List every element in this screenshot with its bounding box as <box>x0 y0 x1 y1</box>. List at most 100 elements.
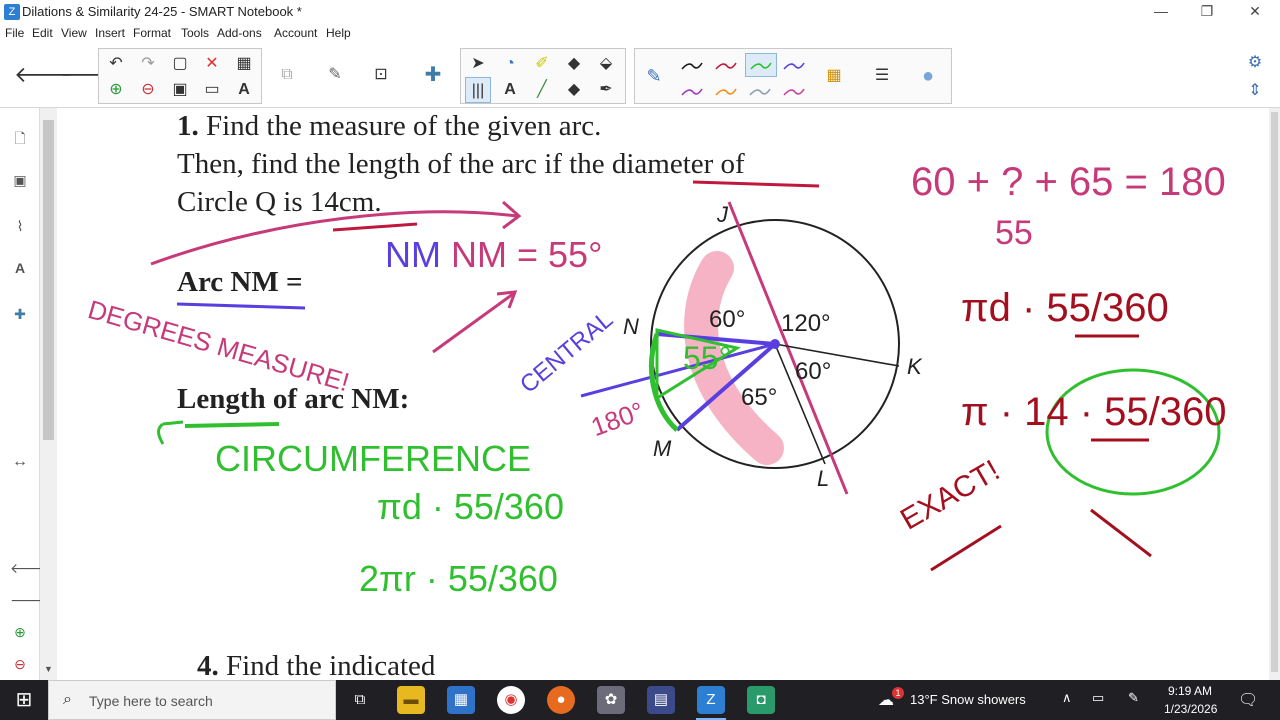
page-scroll-thumb[interactable] <box>1271 112 1278 672</box>
screen-shade-icon[interactable]: ▭ <box>199 77 225 103</box>
select-pointer-icon[interactable]: ➤ <box>465 51 491 77</box>
undo-icon[interactable]: ↶ <box>103 51 129 77</box>
main-toolbar: 🡐 🡒 ↶ ↷ ▢ ✕ ▦ ⊕ ⊖ ▣ ▭ A ⧉ ✎ ⊡ ✚ ➤ ◔ ✐ ◆ … <box>0 44 1280 108</box>
next-page-icon[interactable]: 🡒 <box>10 590 48 610</box>
menu-account[interactable]: Account <box>274 26 317 40</box>
battery-icon[interactable]: ▭ <box>1092 690 1104 706</box>
menu-file[interactable]: File <box>5 26 24 40</box>
calculator-icon[interactable]: ▦ <box>447 686 475 714</box>
weather-badge: 1 <box>892 687 904 699</box>
color-palette-icon[interactable]: ▦ <box>821 63 847 89</box>
minimize-button[interactable]: — <box>1138 0 1184 24</box>
weather-text[interactable]: 13°F Snow showers <box>910 692 1026 707</box>
settings-gear-icon[interactable]: ⚙ <box>1242 50 1268 76</box>
pen-orange-swatch[interactable] <box>715 85 737 99</box>
menu-help[interactable]: Help <box>326 26 351 40</box>
fill-effects-icon[interactable]: ● <box>915 63 941 89</box>
page-scrollbar[interactable] <box>1269 108 1280 680</box>
task-view-icon[interactable]: ⧉ <box>346 686 374 714</box>
smart-tools-icon[interactable]: ▤ <box>647 686 675 714</box>
taskbar-search-box[interactable]: ⌕ Type here to search <box>48 680 336 720</box>
ink-circumference: CIRCUMFERENCE <box>215 438 532 479</box>
smart-notebook-taskbar-icon[interactable]: Z <box>697 686 725 714</box>
page-sorter-icon[interactable]: 🗋 <box>10 128 30 148</box>
previous-page-icon[interactable]: 🡐 <box>10 558 48 578</box>
text-format-icon[interactable]: A <box>231 77 257 103</box>
pen-red-swatch[interactable] <box>715 59 737 73</box>
pen-blue-swatch[interactable] <box>783 59 805 73</box>
clock-date[interactable]: 1/23/2026 <box>1164 702 1217 716</box>
pen-tool-group: ✎ <box>312 48 360 104</box>
paint-icon[interactable]: ✿ <box>597 686 625 714</box>
notifications-icon[interactable]: 🗨 <box>1238 690 1258 710</box>
pen-pink-swatch[interactable] <box>783 85 805 99</box>
pens-tool-icon[interactable]: ||| <box>465 77 491 103</box>
magic-pen-icon[interactable]: ✎ <box>322 62 348 88</box>
eraser-small-icon[interactable]: ◆ <box>561 77 587 103</box>
menu-add-ons[interactable]: Add-ons <box>217 26 262 40</box>
back-arrow-icon[interactable]: 🡐 <box>14 62 73 88</box>
add-page-icon[interactable]: ⊕ <box>103 77 129 103</box>
properties-icon[interactable]: A <box>10 258 30 278</box>
teams-meeting-icon[interactable]: ◘ <box>747 686 775 714</box>
14cm-underline <box>332 222 418 232</box>
point-m-label: M <box>653 436 672 461</box>
firefox-icon[interactable]: ● <box>547 686 575 714</box>
highlighter-icon[interactable]: ✐ <box>529 51 555 77</box>
show-hidden-icons-icon[interactable]: ∧ <box>1062 690 1072 706</box>
angle-60-top: 60° <box>709 306 746 333</box>
windows-start-icon[interactable]: ⊞ <box>0 680 48 720</box>
sidebar-move-icon[interactable]: ↔ <box>10 452 30 472</box>
pen-green-selected[interactable] <box>745 53 777 77</box>
screen-capture-icon[interactable]: ⊡ <box>368 62 394 88</box>
chrome-icon[interactable]: ◉ <box>497 686 525 714</box>
fill-icon[interactable]: ⬙ <box>593 51 619 77</box>
clock-time[interactable]: 9:19 AM <box>1168 684 1212 698</box>
shapes-icon[interactable]: ◔ <box>497 51 523 77</box>
search-placeholder: Type here to search <box>89 693 213 709</box>
attachments-icon[interactable]: ⌇ <box>10 216 30 236</box>
notebook-page[interactable]: 1. Find the measure of the given arc. Th… <box>57 108 1269 680</box>
menu-format[interactable]: Format <box>133 26 171 40</box>
add-ons-puzzle-icon[interactable]: ✚ <box>420 62 446 88</box>
add-ons-icon[interactable]: ✚ <box>10 304 30 324</box>
circumference-bracket <box>157 420 184 445</box>
menu-tools[interactable]: Tools <box>181 26 209 40</box>
pen-icon[interactable]: ✎ <box>641 63 667 89</box>
toolbar-position-icon[interactable]: ⇕ <box>1242 78 1268 104</box>
delete-icon[interactable]: ✕ <box>199 51 225 77</box>
close-button[interactable]: ✕ <box>1232 0 1278 24</box>
redo-icon[interactable]: ↷ <box>135 51 161 77</box>
sidebar-scroll-thumb[interactable] <box>43 120 54 440</box>
pen-gray-swatch[interactable] <box>749 85 771 99</box>
file-explorer-icon[interactable]: ▬ <box>397 686 425 714</box>
pen-tray-icon[interactable]: ✎ <box>1128 690 1139 706</box>
gallery-icon[interactable]: ▣ <box>10 170 30 190</box>
delete-page-side-icon[interactable]: ⊖ <box>10 654 30 674</box>
point-l-label: L <box>817 466 830 491</box>
restore-button[interactable]: ❐ <box>1184 0 1230 24</box>
windows-taskbar: ⊞ ⌕ Type here to search ⧉ ▬ ▦ ◉ ● ✿ ▤ Z … <box>0 680 1280 720</box>
text-tool-icon[interactable]: A <box>497 77 523 103</box>
menu-view[interactable]: View <box>61 26 87 40</box>
menu-insert[interactable]: Insert <box>95 26 125 40</box>
pen-black-swatch[interactable] <box>681 59 703 73</box>
angle-60-right: 60° <box>795 358 832 385</box>
group-objects-icon[interactable]: ⧉ <box>274 62 300 88</box>
line-tool-icon[interactable]: ╱ <box>529 77 555 103</box>
sidebar-scrollbar[interactable]: ▼ <box>40 108 57 680</box>
ink-formula-pi-d: πd · 55/360 <box>377 486 564 527</box>
line-style-icon[interactable]: ☰ <box>869 63 895 89</box>
pen-purple-swatch[interactable] <box>681 85 703 99</box>
save-icon[interactable]: ▣ <box>167 77 193 103</box>
scroll-down-arrow-icon[interactable]: ▼ <box>43 664 54 674</box>
delete-page-icon[interactable]: ⊖ <box>135 77 161 103</box>
table-icon[interactable]: ▦ <box>231 51 257 77</box>
add-page-side-icon[interactable]: ⊕ <box>10 622 30 642</box>
brush-icon[interactable]: ✒ <box>593 77 619 103</box>
eraser-icon[interactable]: ◆ <box>561 51 587 77</box>
forward-arrow-icon[interactable]: 🡒 <box>60 62 119 88</box>
menu-edit[interactable]: Edit <box>32 26 53 40</box>
point-j-label: J <box>717 202 728 227</box>
paste-icon[interactable]: ▢ <box>167 51 193 77</box>
